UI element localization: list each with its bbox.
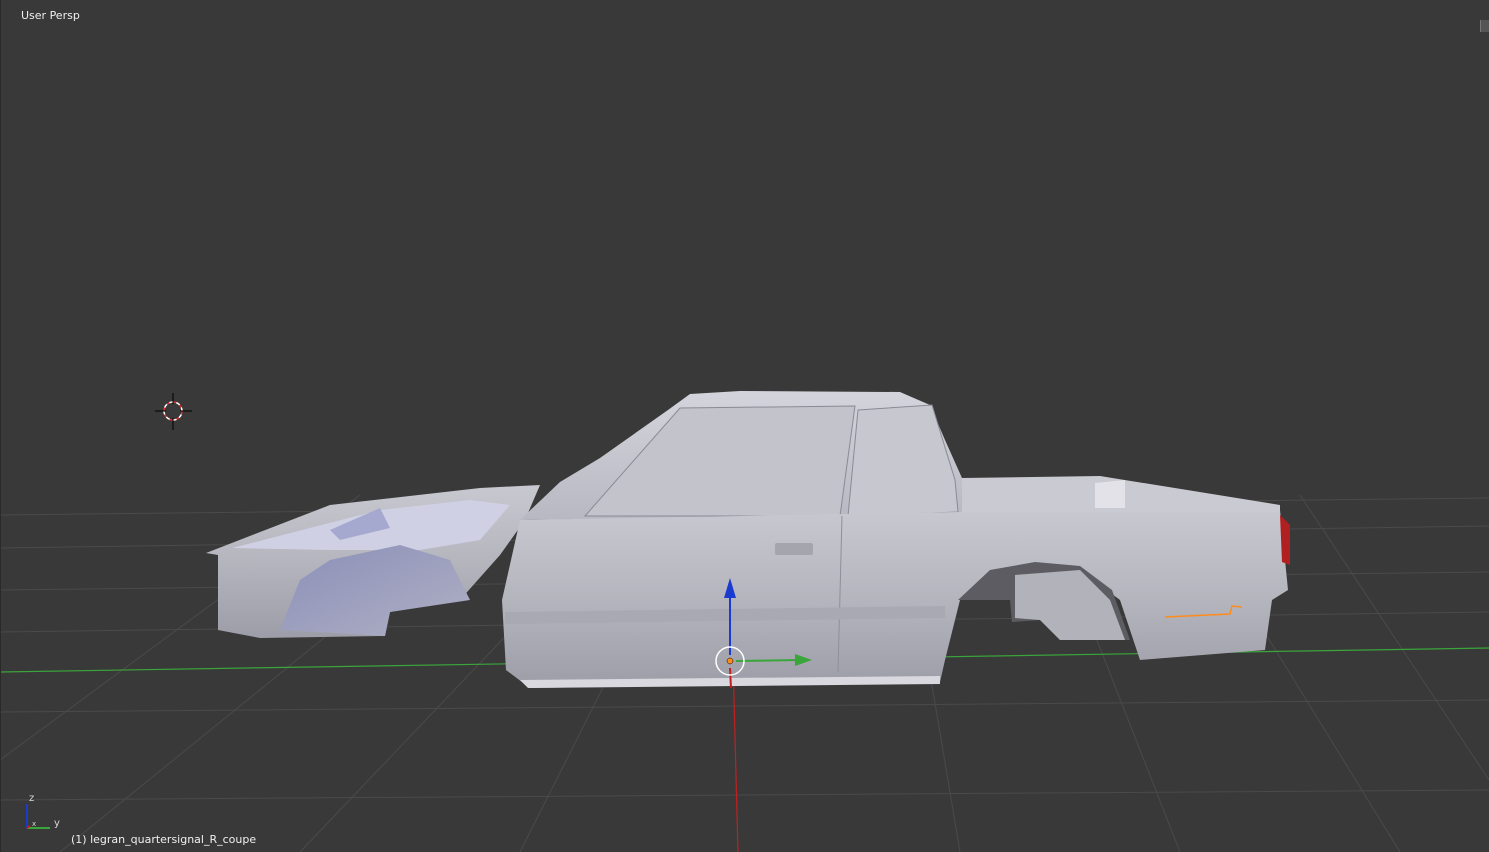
view-label: User Persp [21,9,80,22]
view-axes-icon: z y x [26,793,60,829]
3d-viewport[interactable]: z y x User Persp (1) legran_quartersigna… [0,0,1489,852]
active-object-label: (1) legran_quartersignal_R_coupe [71,833,257,846]
viewport-scene[interactable]: z y x [0,0,1489,852]
3d-cursor-icon[interactable] [155,393,192,430]
axis-label-x: x [32,820,36,828]
axis-label-z: z [29,793,34,804]
viewport-left-border [0,0,1,852]
truck-body-mesh[interactable] [206,391,1290,688]
axis-label-y: y [54,818,60,829]
region-corner-icon[interactable] [1480,20,1489,32]
x-axis-line [732,659,739,852]
